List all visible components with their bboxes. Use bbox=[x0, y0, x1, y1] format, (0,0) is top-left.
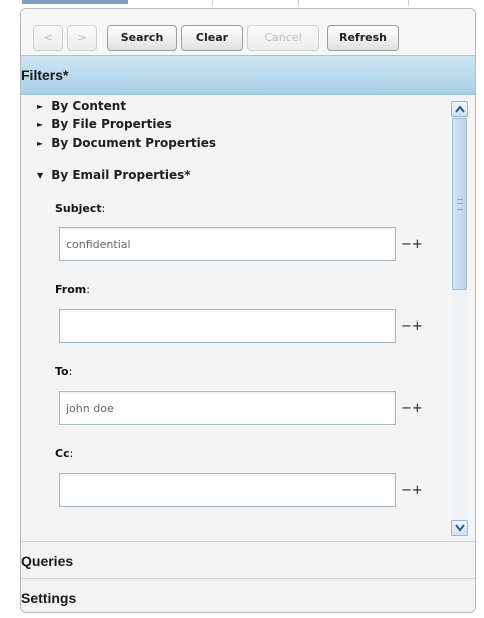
vertical-scrollbar[interactable] bbox=[451, 101, 469, 536]
triangle-down-icon: ▼ bbox=[37, 171, 44, 180]
tab-divider bbox=[298, 0, 299, 6]
from-add-remove: −+ bbox=[401, 319, 423, 334]
tab-divider bbox=[408, 0, 409, 6]
scroll-down-button[interactable] bbox=[451, 520, 468, 536]
scroll-up-button[interactable] bbox=[451, 101, 468, 117]
settings-header[interactable]: Settings bbox=[21, 578, 475, 612]
forward-button[interactable]: > bbox=[67, 25, 97, 51]
search-panel: < > Search Clear Cancel Refresh Filters*… bbox=[20, 8, 476, 613]
grip-icon bbox=[457, 199, 463, 210]
subject-add-remove: −+ bbox=[401, 237, 423, 252]
section-by-content[interactable]: ► By Content bbox=[37, 99, 126, 113]
queries-header[interactable]: Queries bbox=[21, 541, 475, 578]
add-row-button[interactable]: + bbox=[412, 483, 423, 498]
queries-header-label: Queries bbox=[21, 553, 74, 569]
remove-row-button[interactable]: − bbox=[401, 483, 412, 498]
triangle-right-icon: ► bbox=[37, 139, 44, 148]
cc-label: Cc: bbox=[55, 447, 74, 460]
subject-label: Subject: bbox=[55, 202, 106, 215]
triangle-right-icon: ► bbox=[37, 120, 44, 129]
to-label: To: bbox=[55, 365, 73, 378]
add-row-button[interactable]: + bbox=[412, 237, 423, 252]
section-by-email-properties[interactable]: ▼ By Email Properties* bbox=[37, 168, 191, 182]
refresh-button[interactable]: Refresh bbox=[327, 25, 399, 51]
remove-row-button[interactable]: − bbox=[401, 319, 412, 334]
chevron-up-icon bbox=[455, 105, 465, 113]
cc-field[interactable] bbox=[59, 473, 396, 507]
active-tab-indicator bbox=[22, 0, 128, 4]
back-button[interactable]: < bbox=[33, 25, 63, 51]
section-by-document-properties[interactable]: ► By Document Properties bbox=[37, 136, 216, 150]
triangle-right-icon: ► bbox=[37, 102, 44, 111]
toolbar: < > Search Clear Cancel Refresh bbox=[21, 9, 475, 55]
scrollbar-thumb[interactable] bbox=[452, 118, 467, 290]
section-label: By Document Properties bbox=[51, 136, 217, 150]
filters-header-label: Filters* bbox=[21, 67, 69, 83]
cc-add-remove: −+ bbox=[401, 483, 423, 498]
from-field[interactable] bbox=[59, 309, 396, 343]
remove-row-button[interactable]: − bbox=[401, 237, 412, 252]
tab-divider bbox=[212, 0, 213, 6]
clear-button[interactable]: Clear bbox=[181, 25, 243, 51]
section-label: By File Properties bbox=[51, 117, 172, 131]
from-label: From: bbox=[55, 283, 90, 296]
scrollbar-track[interactable] bbox=[452, 118, 467, 519]
section-label: By Email Properties* bbox=[51, 168, 191, 182]
add-row-button[interactable]: + bbox=[412, 319, 423, 334]
chevron-down-icon bbox=[455, 524, 465, 532]
section-by-file-properties[interactable]: ► By File Properties bbox=[37, 117, 172, 131]
subject-field[interactable] bbox=[59, 227, 396, 261]
section-label: By Content bbox=[51, 99, 127, 113]
filters-content: ► By Content ► By File Properties ► By D… bbox=[21, 95, 475, 541]
to-add-remove: −+ bbox=[401, 401, 423, 416]
search-button[interactable]: Search bbox=[107, 25, 177, 51]
filters-header[interactable]: Filters* bbox=[21, 55, 475, 95]
tab-strip bbox=[0, 0, 484, 8]
settings-header-label: Settings bbox=[21, 590, 77, 606]
to-field[interactable] bbox=[59, 391, 396, 425]
cancel-button[interactable]: Cancel bbox=[247, 25, 319, 51]
add-row-button[interactable]: + bbox=[412, 401, 423, 416]
remove-row-button[interactable]: − bbox=[401, 401, 412, 416]
